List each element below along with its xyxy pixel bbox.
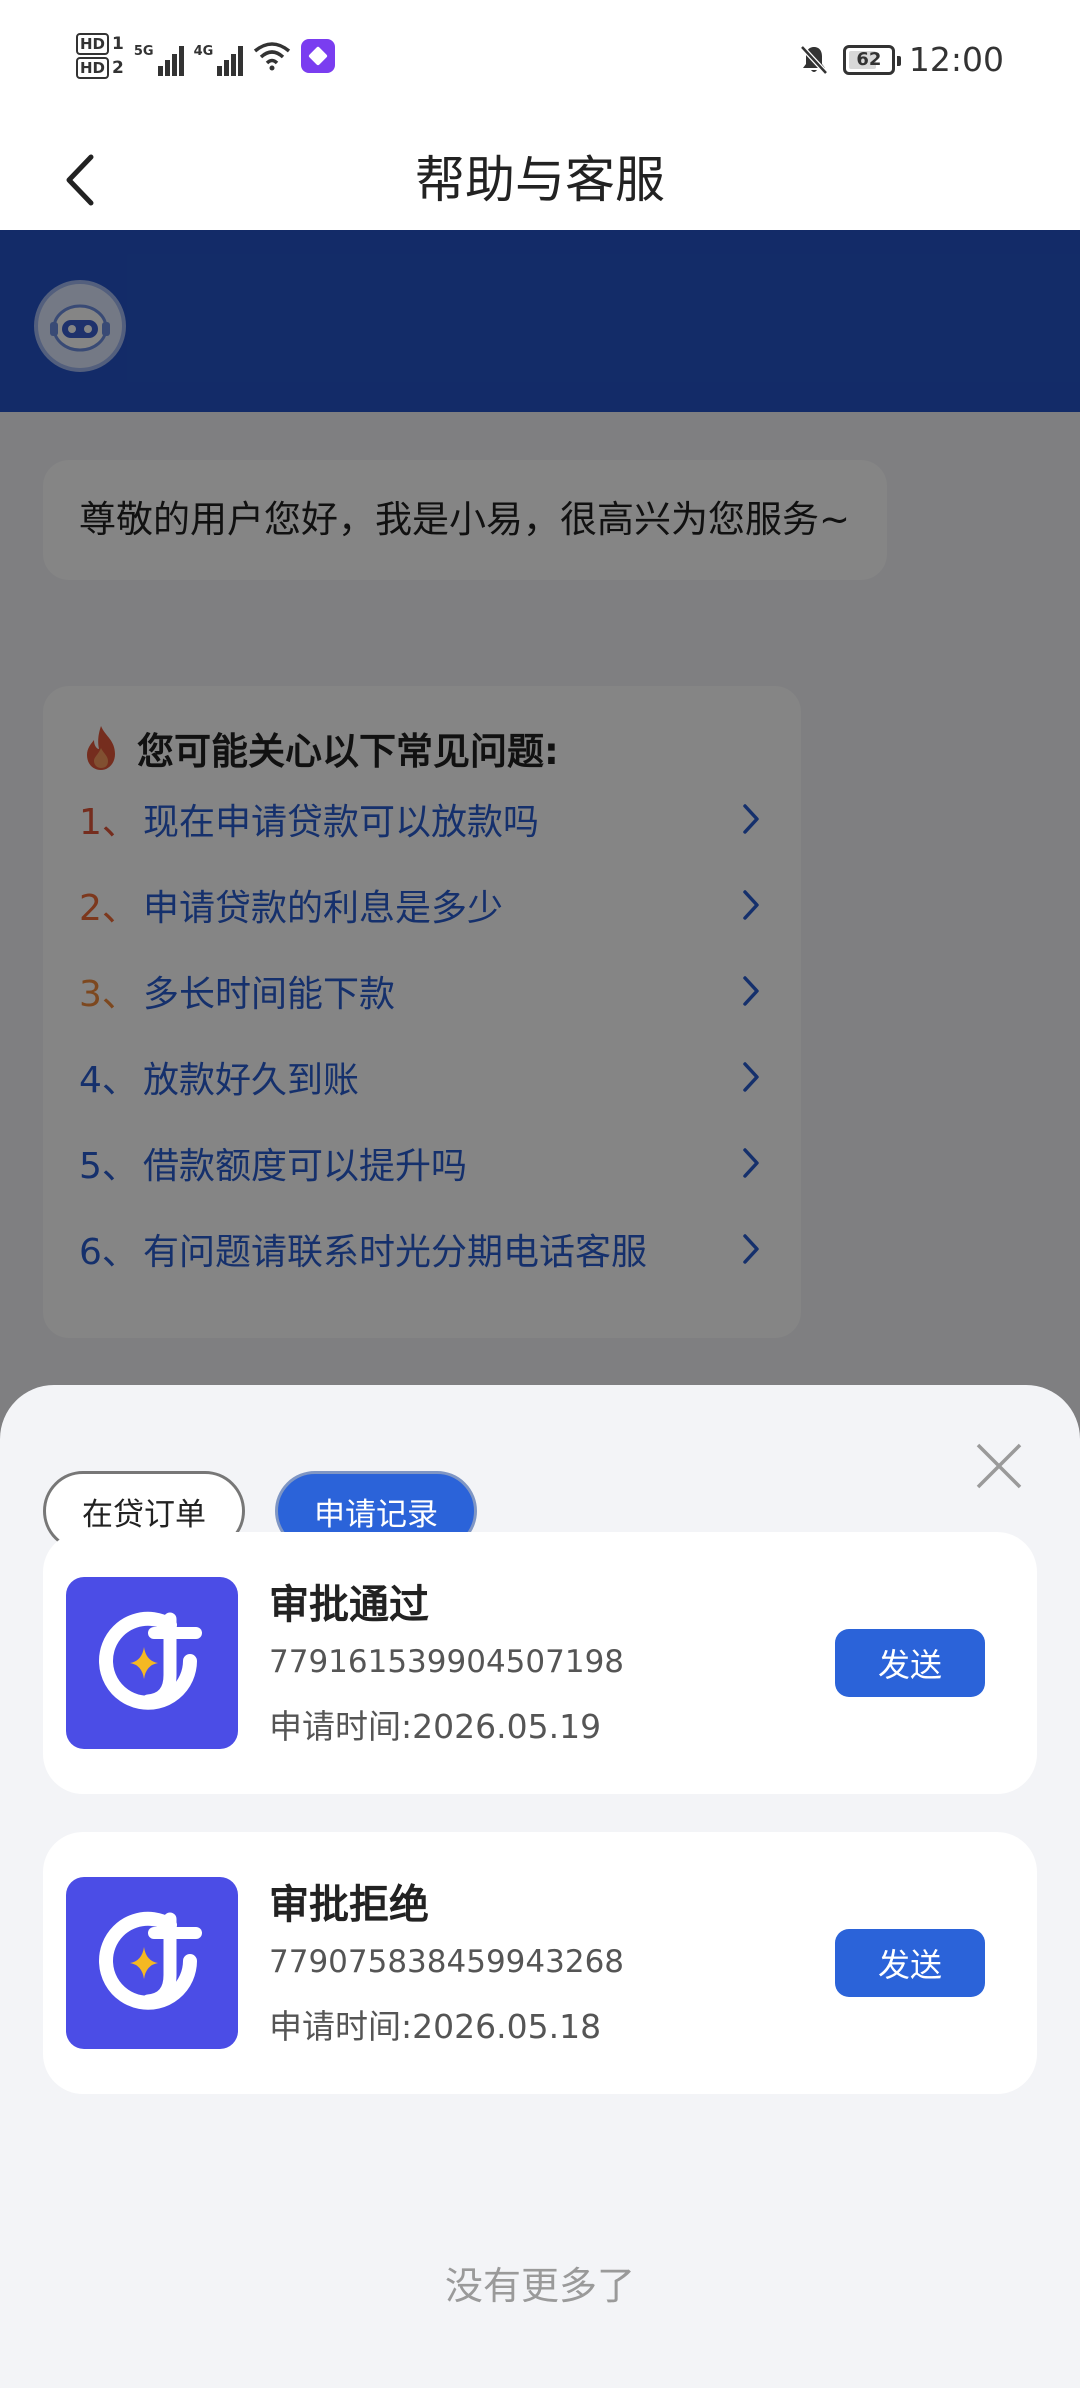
app-notification-icon <box>301 39 336 73</box>
record-card: 审批通过 779161539904507198 申请时间:2026.05.19 发送 <box>43 1532 1037 1794</box>
no-more-label: 没有更多了 <box>444 2264 635 2308</box>
send-button[interactable]: 发送 <box>835 1629 985 1697</box>
status-bar-left: HD 1 HD 2 5G 4G <box>76 33 336 79</box>
clock: 12:00 <box>908 40 1004 79</box>
record-status: 审批通过 <box>269 1582 429 1628</box>
app-logo-icon <box>66 1877 238 2049</box>
signal-4g-icon: 4G <box>194 36 244 76</box>
record-apply-time: 申请时间:2026.05.18 <box>269 2007 602 2046</box>
hd-indicator-1: HD 1 <box>76 33 124 55</box>
record-order-number: 779075838459943268 <box>269 1944 625 1980</box>
page-title: 帮助与客服 <box>415 151 665 209</box>
records-bottom-sheet: 在贷订单 申请记录 审批通过 779161539904507198 申请时间:2026… <box>0 1385 1080 2388</box>
record-card: 审批拒绝 779075838459943268 申请时间:2026.05.18 发送 <box>43 1832 1037 2094</box>
record-apply-time: 申请时间:2026.05.19 <box>269 1707 602 1746</box>
nav-bar: 帮助与客服 <box>0 130 1080 230</box>
hd-indicator-2: HD 2 <box>76 57 124 79</box>
close-icon[interactable] <box>972 1439 1026 1493</box>
status-bar: HD 1 HD 2 5G 4G 62 12:00 <box>0 0 1080 130</box>
bell-muted-icon <box>800 44 828 75</box>
battery-icon: 62 <box>842 44 901 75</box>
signal-5g-icon: 5G <box>134 36 184 76</box>
hd-indicators: HD 1 HD 2 <box>76 33 124 79</box>
app-logo-icon <box>66 1577 238 1749</box>
wifi-icon <box>254 42 291 71</box>
status-bar-right: 62 12:00 <box>799 40 1004 79</box>
record-status: 审批拒绝 <box>269 1882 429 1928</box>
record-order-number: 779161539904507198 <box>269 1644 625 1680</box>
send-button[interactable]: 发送 <box>835 1929 985 1997</box>
